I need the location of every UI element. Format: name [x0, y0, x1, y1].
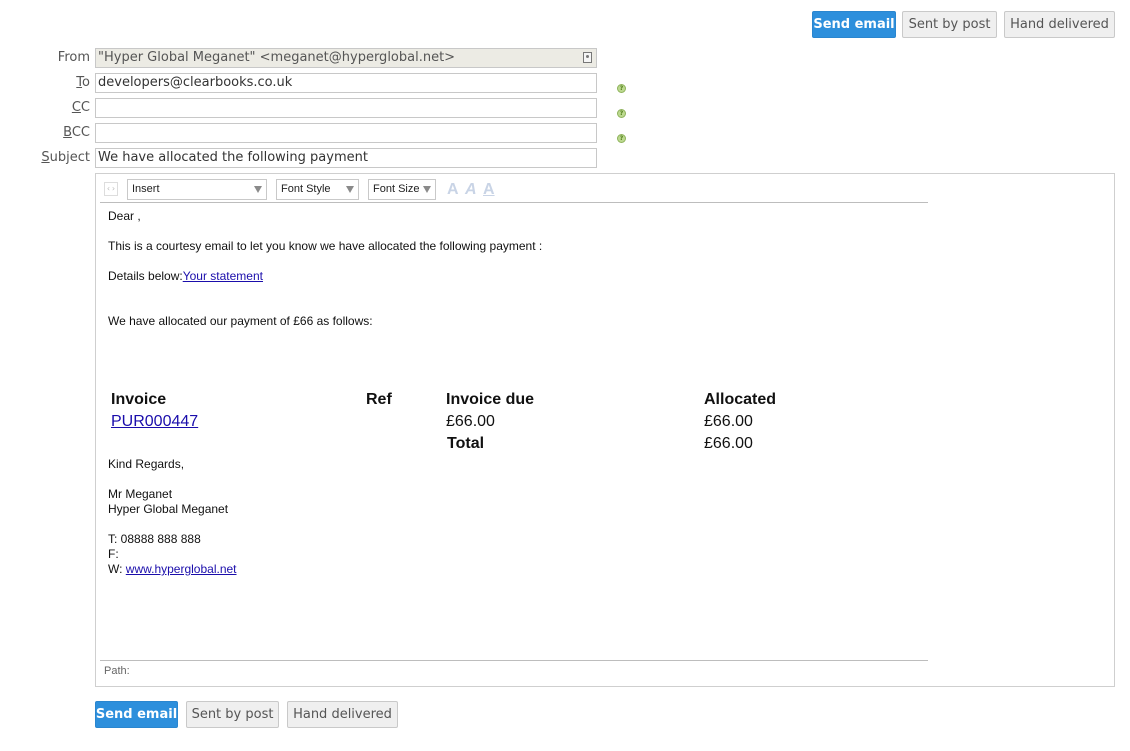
- table-row-invoice: PUR000447: [111, 413, 198, 431]
- bcc-label: BCC: [0, 123, 90, 143]
- font-underline-icon[interactable]: A: [483, 180, 495, 200]
- to-help-icon[interactable]: ?: [617, 84, 626, 93]
- insert-dropdown-label: Insert: [132, 183, 160, 195]
- signature-name: Mr Meganet: [108, 487, 173, 501]
- from-label: From: [57, 50, 90, 65]
- cc-help-icon[interactable]: ?: [617, 109, 626, 118]
- address-book-icon[interactable]: [583, 52, 592, 63]
- table-header-allocated: Allocated: [704, 391, 777, 408]
- cc-label-key: C: [71, 100, 81, 115]
- table-header-invoice-due: Invoice due: [446, 391, 535, 408]
- invoice-link[interactable]: PUR000447: [111, 413, 198, 430]
- website-link[interactable]: www.hyperglobal.net: [126, 562, 237, 576]
- to-label-rest: o: [82, 75, 90, 90]
- editor-path-bar: Path:: [100, 660, 928, 682]
- cc-label: CC: [0, 98, 90, 118]
- intro-text: This is a courtesy email to let you know…: [108, 239, 543, 253]
- statement-link[interactable]: Your statement: [183, 269, 263, 283]
- bcc-field[interactable]: [95, 123, 597, 143]
- font-color-icon[interactable]: A: [447, 180, 459, 200]
- insert-chevron-down-icon: [254, 186, 262, 193]
- font-highlight-icon[interactable]: A: [465, 180, 477, 200]
- bcc-help-icon[interactable]: ?: [617, 134, 626, 143]
- to-label: To: [0, 73, 90, 93]
- source-code-icon[interactable]: ‹›: [104, 182, 118, 196]
- hand-delivered-button-top[interactable]: Hand delivered: [1004, 11, 1115, 38]
- subject-label: Subject: [0, 148, 90, 168]
- details-line: Details below:Your statement: [108, 269, 263, 283]
- bcc-label-rest: CC: [71, 125, 90, 140]
- details-label: Details below:: [108, 269, 183, 283]
- email-editor[interactable]: ‹› Insert Font Style Font Size A A A Dea…: [95, 173, 1115, 687]
- cc-label-rest: C: [80, 100, 90, 115]
- greeting-text: Dear ,: [108, 209, 141, 223]
- font-style-dropdown-label: Font Style: [281, 183, 331, 195]
- sent-by-post-button-bottom[interactable]: Sent by post: [186, 701, 279, 728]
- allocation-text: We have allocated our payment of £66 as …: [108, 314, 373, 328]
- from-value: "Hyper Global Meganet" <meganet@hyperglo…: [98, 50, 456, 65]
- send-email-button-bottom[interactable]: Send email: [95, 701, 178, 728]
- editor-toolbar: ‹› Insert Font Style Font Size A A A: [100, 178, 928, 203]
- regards-text: Kind Regards,: [108, 457, 185, 471]
- signature-web-label: W:: [108, 562, 126, 576]
- font-style-chevron-down-icon: [346, 186, 354, 193]
- subject-field[interactable]: We have allocated the following payment: [95, 148, 597, 168]
- insert-dropdown[interactable]: Insert: [127, 179, 267, 200]
- send-email-button-top[interactable]: Send email: [812, 11, 896, 38]
- subject-label-rest: ubject: [49, 150, 90, 165]
- signature-fax: F:: [108, 547, 119, 561]
- table-header-invoice: Invoice: [111, 391, 167, 408]
- table-total-value: £66.00: [704, 435, 753, 452]
- font-style-dropdown[interactable]: Font Style: [276, 179, 359, 200]
- table-total-label: Total: [447, 435, 485, 452]
- font-size-dropdown[interactable]: Font Size: [368, 179, 436, 200]
- to-field[interactable]: developers@clearbooks.co.uk: [95, 73, 597, 93]
- from-field[interactable]: "Hyper Global Meganet" <meganet@hyperglo…: [95, 48, 597, 68]
- hand-delivered-button-bottom[interactable]: Hand delivered: [287, 701, 398, 728]
- signature-company: Hyper Global Meganet: [108, 502, 229, 516]
- bcc-label-key: B: [63, 125, 72, 140]
- signature-web: W: www.hyperglobal.net: [108, 562, 237, 576]
- font-size-chevron-down-icon: [423, 186, 431, 193]
- sent-by-post-button-top[interactable]: Sent by post: [902, 11, 997, 38]
- table-row-allocated: £66.00: [704, 413, 753, 430]
- table-row-due: £66.00: [446, 413, 495, 430]
- subject-label-key: S: [41, 150, 50, 165]
- cc-field[interactable]: [95, 98, 597, 118]
- signature-tel: T: 08888 888 888: [108, 532, 201, 546]
- table-header-ref: Ref: [366, 391, 392, 408]
- font-size-dropdown-label: Font Size: [373, 183, 420, 195]
